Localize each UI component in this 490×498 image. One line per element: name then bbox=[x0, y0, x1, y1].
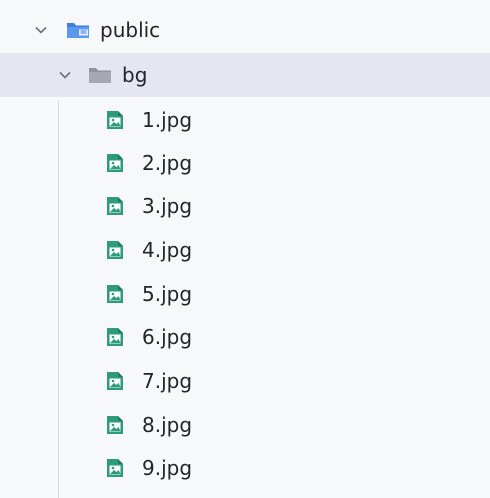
file-label: 4.jpg bbox=[142, 238, 193, 262]
image-file-icon bbox=[106, 415, 124, 435]
image-file-icon bbox=[106, 327, 124, 347]
file-label: 9.jpg bbox=[142, 456, 193, 480]
folder-label: bg bbox=[122, 63, 148, 87]
image-file-icon bbox=[106, 110, 124, 130]
chevron-down-icon[interactable] bbox=[58, 68, 72, 82]
file-label: 3.jpg bbox=[142, 194, 193, 218]
tree-file[interactable]: 2.jpg bbox=[0, 141, 490, 185]
folder-label: public bbox=[100, 18, 161, 42]
tree-file[interactable]: 9.jpg bbox=[0, 446, 490, 490]
chevron-down-icon[interactable] bbox=[34, 23, 48, 37]
tree-file[interactable]: 8.jpg bbox=[0, 403, 490, 447]
project-file-tree: public bg 1.jpg 2.jpg 3.jpg 4.jpg 5.jpg … bbox=[0, 0, 490, 498]
tree-folder-bg[interactable]: bg bbox=[0, 53, 490, 97]
image-file-icon bbox=[106, 284, 124, 304]
file-label: 2.jpg bbox=[142, 151, 193, 175]
file-label: 1.jpg bbox=[142, 108, 193, 132]
tree-file[interactable]: 6.jpg bbox=[0, 315, 490, 359]
image-file-icon bbox=[106, 371, 124, 391]
tree-file[interactable]: 1.jpg bbox=[0, 98, 490, 142]
image-file-icon bbox=[106, 196, 124, 216]
file-label: 6.jpg bbox=[142, 325, 193, 349]
tree-file[interactable]: 7.jpg bbox=[0, 359, 490, 403]
file-label: 8.jpg bbox=[142, 413, 193, 437]
folder-icon bbox=[88, 65, 112, 85]
tree-file[interactable]: 3.jpg bbox=[0, 184, 490, 228]
tree-file[interactable]: 5.jpg bbox=[0, 272, 490, 316]
image-file-icon bbox=[106, 458, 124, 478]
tree-file[interactable]: 4.jpg bbox=[0, 228, 490, 272]
folder-open-icon bbox=[66, 20, 90, 40]
image-file-icon bbox=[106, 153, 124, 173]
image-file-icon bbox=[106, 240, 124, 260]
file-label: 5.jpg bbox=[142, 282, 193, 306]
file-label: 7.jpg bbox=[142, 369, 193, 393]
tree-folder-public[interactable]: public bbox=[0, 8, 490, 52]
